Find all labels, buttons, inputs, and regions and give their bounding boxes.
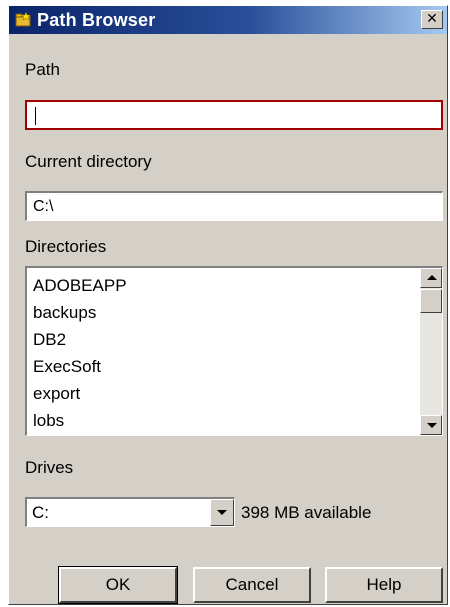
current-directory-field[interactable]: C:\	[25, 191, 443, 221]
list-item[interactable]: backups	[33, 299, 127, 326]
close-button[interactable]: ✕	[421, 10, 443, 29]
vertical-scrollbar[interactable]	[420, 268, 442, 435]
list-item[interactable]: DB2	[33, 326, 127, 353]
arrow-down-icon	[427, 423, 437, 428]
drives-dropdown[interactable]: C:	[25, 497, 235, 527]
current-directory-value: C:\	[33, 198, 54, 215]
drives-label: Drives	[25, 458, 74, 477]
chevron-down-icon	[217, 510, 227, 515]
list-item[interactable]: export	[33, 380, 127, 407]
path-label: Path	[25, 60, 60, 79]
dropdown-button[interactable]	[210, 499, 234, 526]
list-item[interactable]: lobs	[33, 407, 127, 434]
space-available-text: 398 MB available	[241, 503, 372, 522]
current-directory-label: Current directory	[25, 152, 152, 171]
scroll-down-button[interactable]	[420, 415, 442, 435]
drives-selected-value: C:	[32, 503, 49, 522]
text-caret	[35, 107, 36, 125]
window-title: Path Browser	[37, 10, 156, 30]
help-button[interactable]: Help	[325, 567, 443, 603]
scroll-thumb[interactable]	[420, 289, 442, 313]
ok-button[interactable]: OK	[58, 566, 178, 604]
close-icon: ✕	[426, 11, 438, 27]
directories-label: Directories	[25, 237, 107, 256]
directories-list[interactable]: ADOBEAPP backups DB2 ExecSoft export lob…	[25, 266, 443, 436]
arrow-up-icon	[427, 275, 437, 280]
path-browser-dialog: Path Browser ✕ Path Current directory C:…	[8, 5, 448, 605]
folder-icon	[15, 11, 32, 27]
list-item[interactable]: ExecSoft	[33, 353, 127, 380]
path-input[interactable]	[25, 100, 443, 130]
cancel-button[interactable]: Cancel	[193, 567, 311, 603]
list-item[interactable]: ADOBEAPP	[33, 272, 127, 299]
title-bar[interactable]: Path Browser ✕	[9, 6, 447, 34]
scroll-up-button[interactable]	[420, 268, 442, 288]
